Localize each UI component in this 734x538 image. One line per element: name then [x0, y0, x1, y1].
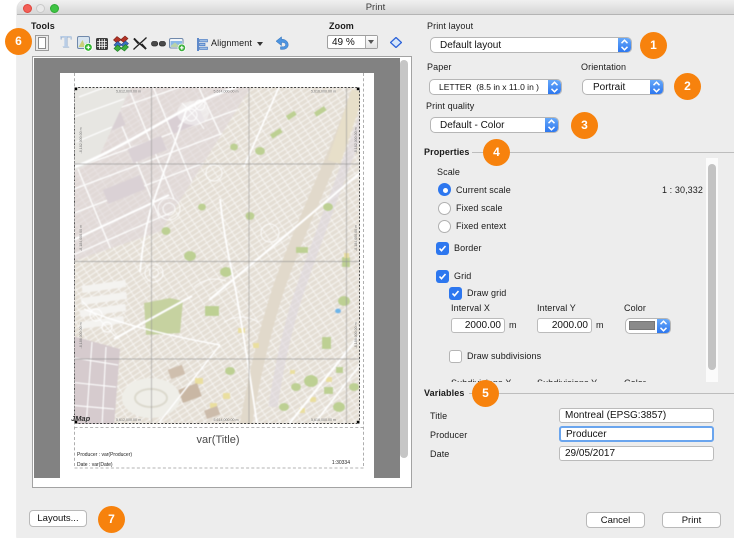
- svg-text:5,614,000.00 m: 5,614,000.00 m: [214, 418, 239, 422]
- svg-text:-8,182,000.00 m: -8,182,000.00 m: [79, 127, 83, 153]
- svg-text:-8,182,000.00 m: -8,182,000.00 m: [354, 127, 358, 153]
- svg-text:5,612,000.00 m: 5,612,000.00 m: [116, 418, 141, 422]
- svg-text:var(Title): var(Title): [197, 434, 240, 446]
- svg-text:1:30334: 1:30334: [332, 460, 350, 466]
- svg-text:Date : var(Date): Date : var(Date): [77, 462, 113, 468]
- svg-text:5,616,000.00 m: 5,616,000.00 m: [311, 418, 336, 422]
- svg-text:Producer : var(Producer): Producer : var(Producer): [77, 452, 132, 458]
- svg-text:JMap: JMap: [71, 414, 91, 423]
- svg-text:5,616,000.00 m: 5,616,000.00 m: [311, 90, 336, 94]
- svg-text:-8,186,000.00 m: -8,186,000.00 m: [79, 322, 83, 348]
- svg-text:5,612,000.00 m: 5,612,000.00 m: [116, 90, 141, 94]
- svg-text:5,614,000.00 m: 5,614,000.00 m: [214, 90, 239, 94]
- svg-text:-8,186,000.00 m: -8,186,000.00 m: [354, 322, 358, 348]
- svg-text:-8,184,000.00 m: -8,184,000.00 m: [354, 225, 358, 251]
- svg-text:-8,184,000.00 m: -8,184,000.00 m: [79, 225, 83, 251]
